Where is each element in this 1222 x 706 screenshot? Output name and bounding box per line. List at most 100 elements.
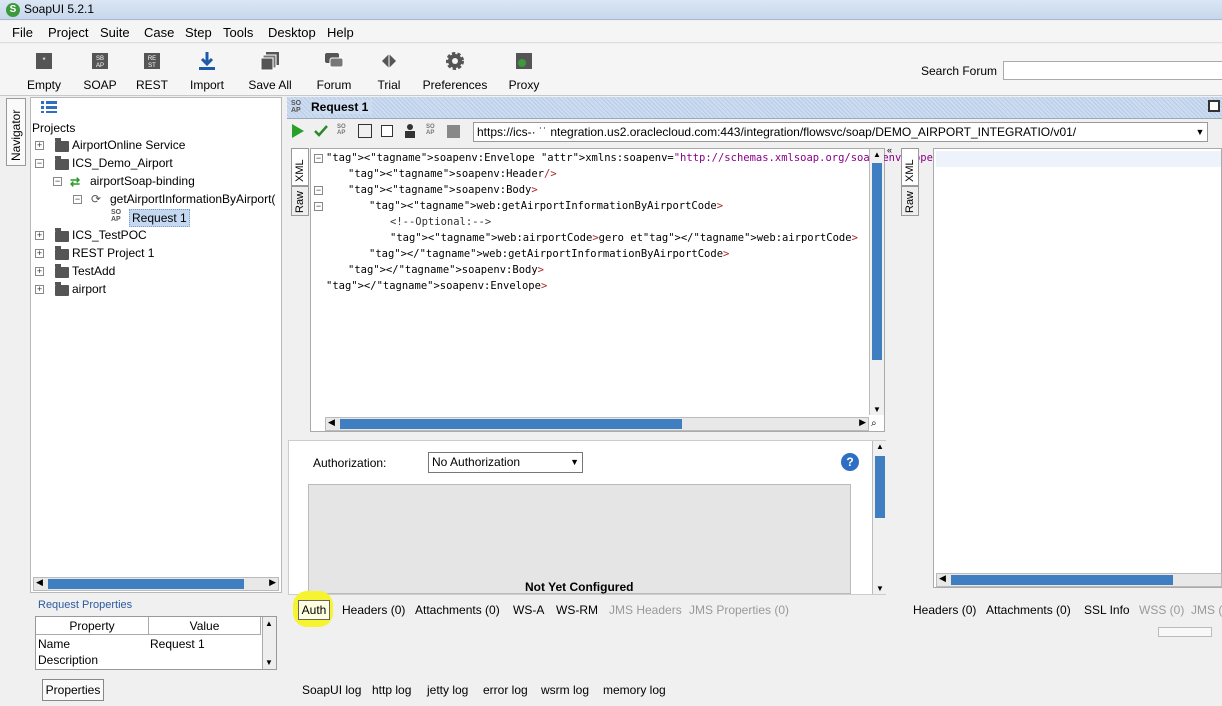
scroll-up-icon[interactable]: ▲ <box>876 442 884 451</box>
properties-button[interactable]: Properties <box>42 679 104 701</box>
response-tab-jms[interactable]: JMS ( <box>1191 603 1222 617</box>
tab-http-log[interactable]: http log <box>372 683 411 697</box>
endpoint-url-input[interactable]: https://ics-· ˙˙ ntegration.us2.oraclecl… <box>473 122 1208 142</box>
scroll-left-icon[interactable]: ◀ <box>36 577 43 588</box>
auth-vertical-scrollbar[interactable]: ▲ ▼ <box>872 441 886 594</box>
editor-horizontal-scrollbar[interactable]: ◀ ▶ <box>325 417 869 431</box>
scroll-thumb[interactable] <box>340 419 682 429</box>
tab-raw[interactable]: Raw <box>291 186 309 216</box>
expand-icon[interactable]: + <box>35 141 44 150</box>
menu-project[interactable]: Project <box>48 25 88 40</box>
save-all-button[interactable]: Save All <box>246 48 294 92</box>
scroll-thumb[interactable] <box>951 575 1173 585</box>
xml-response-editor[interactable]: ◀ <box>933 148 1222 588</box>
collapse-icon[interactable]: − <box>73 195 82 204</box>
tab-soapui-log[interactable]: SoapUI log <box>302 683 361 697</box>
expand-icon[interactable]: + <box>35 249 44 258</box>
response-tab-xml[interactable]: XML <box>901 148 919 186</box>
trial-button[interactable]: Trial <box>372 48 406 92</box>
forum-button[interactable]: Forum <box>314 48 354 92</box>
fold-icon[interactable]: − <box>314 202 323 211</box>
scroll-up-icon[interactable]: ▲ <box>873 150 881 159</box>
fit-icon[interactable] <box>358 124 372 138</box>
scroll-up-icon[interactable]: ▲ <box>265 619 273 628</box>
tree-item-airport[interactable]: + airport <box>35 281 275 297</box>
collapse-icon[interactable]: − <box>35 159 44 168</box>
menu-desktop[interactable]: Desktop <box>268 25 316 40</box>
soap-action-icon[interactable]: SO AP <box>337 124 346 136</box>
scroll-thumb[interactable] <box>875 456 885 518</box>
scroll-down-icon[interactable]: ▼ <box>876 584 884 593</box>
expand-icon[interactable]: + <box>35 267 44 276</box>
tree-item-airportsoap-binding[interactable]: − ⇄ airportSoap-binding <box>53 173 273 189</box>
zoom-icon[interactable]: ⌕ <box>871 418 877 429</box>
column-header-value[interactable]: Value <box>149 617 261 635</box>
run-icon[interactable] <box>291 123 305 142</box>
fold-icon[interactable]: − <box>314 186 323 195</box>
navigator-tab[interactable]: Navigator <box>6 98 26 166</box>
soap-button[interactable]: SB AP SOAP <box>82 48 118 92</box>
tree-item-airportonline[interactable]: + AirportOnline Service <box>35 137 275 153</box>
collapse-arrows-icon[interactable]: « <box>887 145 895 159</box>
scroll-thumb[interactable] <box>48 579 244 589</box>
scroll-thumb[interactable] <box>872 163 882 360</box>
menu-case[interactable]: Case <box>144 25 174 40</box>
scroll-left-icon[interactable]: ◀ <box>328 417 335 428</box>
search-forum-input[interactable] <box>1003 61 1222 80</box>
fold-icon[interactable]: − <box>314 154 323 163</box>
scroll-right-icon[interactable]: ▶ <box>269 577 276 588</box>
menu-help[interactable]: Help <box>327 25 354 40</box>
tab-error-log[interactable]: error log <box>483 683 528 697</box>
scroll-left-icon[interactable]: ◀ <box>939 573 946 584</box>
maximize-icon[interactable] <box>1208 100 1220 112</box>
help-icon[interactable]: ? <box>841 453 859 471</box>
tree-horizontal-scrollbar[interactable]: ◀ ▶ <box>33 577 279 591</box>
response-tab-headers[interactable]: Headers (0) <box>913 603 976 617</box>
scroll-right-icon[interactable]: ▶ <box>859 417 866 428</box>
tab-jetty-log[interactable]: jetty log <box>427 683 468 697</box>
tab-xml[interactable]: XML <box>291 148 309 186</box>
response-tab-attachments[interactable]: Attachments (0) <box>986 603 1071 617</box>
tab-ws-a[interactable]: WS-A <box>513 603 544 617</box>
tree-item-operation[interactable]: − ⟳ getAirportInformationByAirport( <box>73 191 281 207</box>
response-horizontal-scrollbar[interactable]: ◀ <box>936 573 1222 587</box>
user-icon[interactable] <box>403 123 417 142</box>
rest-button[interactable]: RE ST REST <box>134 48 170 92</box>
tab-wsrm-log[interactable]: wsrm log <box>541 683 589 697</box>
menu-suite[interactable]: Suite <box>100 25 130 40</box>
preferences-button[interactable]: Preferences <box>422 48 488 92</box>
add-assertion-icon[interactable] <box>313 123 329 142</box>
editor-vertical-scrollbar[interactable]: ▲ ▼ <box>869 149 884 415</box>
authorization-select[interactable]: No Authorization ▼ <box>428 452 583 473</box>
scroll-down-icon[interactable]: ▼ <box>873 405 881 414</box>
column-header-property[interactable]: Property <box>36 617 149 635</box>
tab-ws-rm[interactable]: WS-RM <box>556 603 598 617</box>
proxy-button[interactable]: Proxy <box>506 48 542 92</box>
value-name-cell[interactable]: Request 1 <box>150 637 205 651</box>
collapse-icon[interactable]: − <box>53 177 62 186</box>
menu-tools[interactable]: Tools <box>223 25 253 40</box>
tab-jms-properties[interactable]: JMS Properties (0) <box>689 603 789 617</box>
menu-file[interactable]: File <box>12 25 33 40</box>
response-tab-wss[interactable]: WSS (0) <box>1139 603 1184 617</box>
menu-step[interactable]: Step <box>185 25 212 40</box>
tab-headers[interactable]: Headers (0) <box>342 603 405 617</box>
tab-jms-headers[interactable]: JMS Headers <box>609 603 682 617</box>
xml-request-editor[interactable]: − − − "tag"><"tagname">soapenv:Envelope … <box>310 148 1009 432</box>
properties-scrollbar[interactable]: ▲ ▼ <box>262 617 276 669</box>
scroll-down-icon[interactable]: ▼ <box>265 658 273 667</box>
tab-memory-log[interactable]: memory log <box>603 683 666 697</box>
response-tab-ssl-info[interactable]: SSL Info <box>1084 603 1130 617</box>
tree-list-icon[interactable] <box>41 101 57 116</box>
empty-button[interactable]: * Empty <box>26 48 62 92</box>
tab-attachments[interactable]: Attachments (0) <box>415 603 500 617</box>
tree-item-rest-project-1[interactable]: + REST Project 1 <box>35 245 275 261</box>
tree-item-ics-testpoc[interactable]: + ICS_TestPOC <box>35 227 275 243</box>
expand-icon[interactable]: + <box>35 231 44 240</box>
expand-icon[interactable]: + <box>35 285 44 294</box>
response-tab-raw[interactable]: Raw <box>901 186 919 216</box>
stop-outline-icon[interactable] <box>381 125 393 137</box>
chevron-down-icon[interactable]: ▼ <box>1193 123 1207 141</box>
tree-item-testadd[interactable]: + TestAdd <box>35 263 275 279</box>
soap-wsdl-icon[interactable]: SO AP <box>426 124 435 136</box>
